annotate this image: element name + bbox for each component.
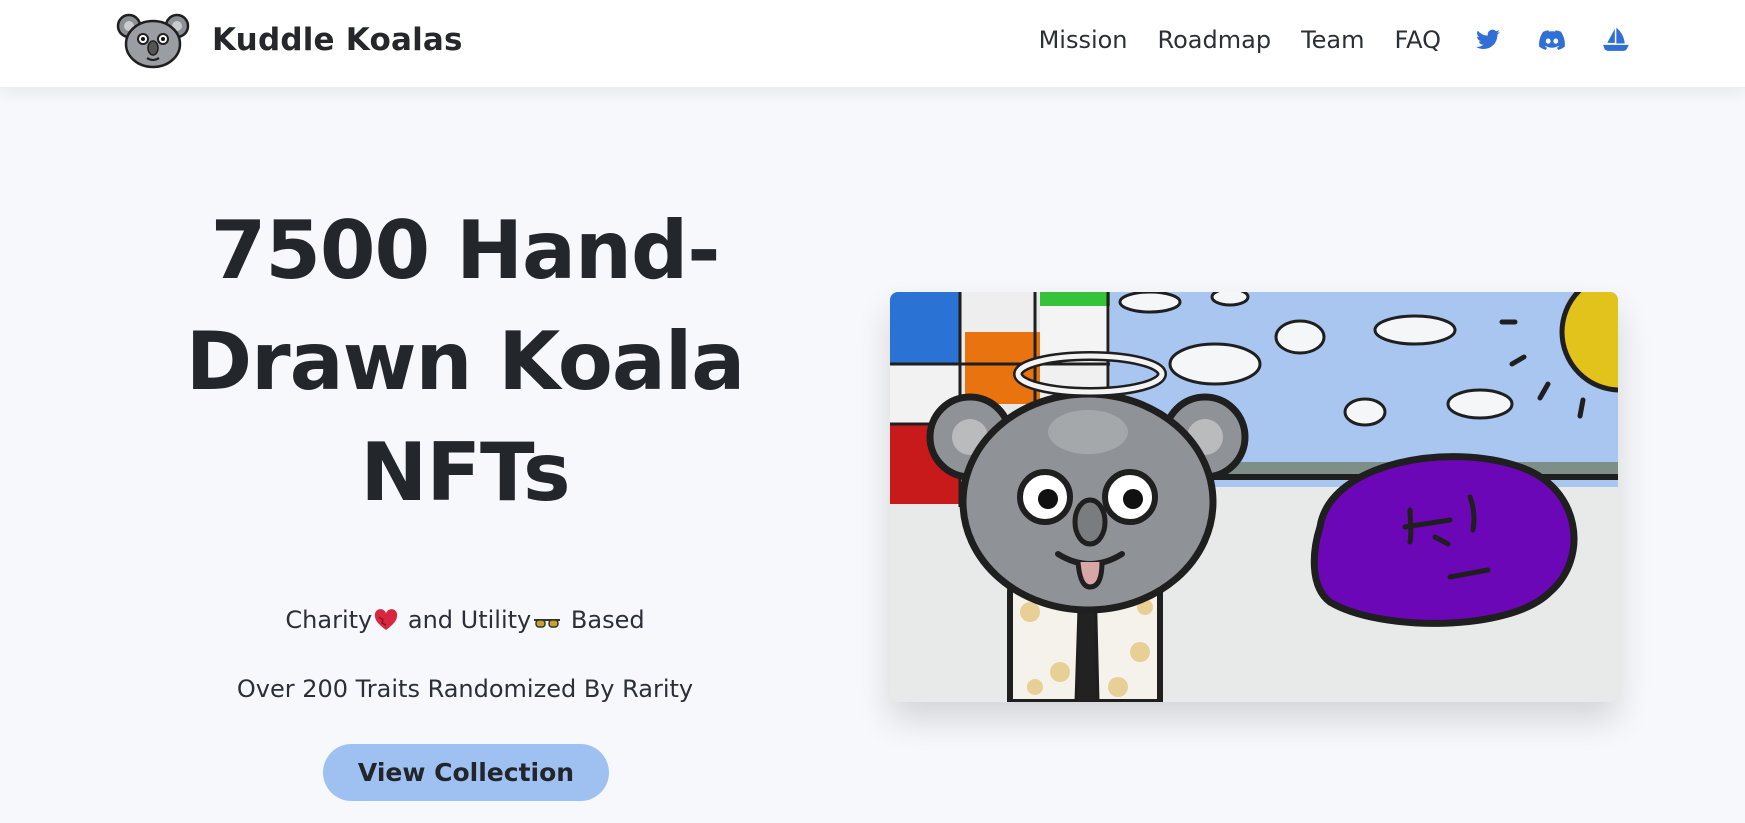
brand-name: Kuddle Koalas <box>212 22 463 58</box>
hero-tagline: Charity and Utility Based <box>130 606 800 637</box>
nav-link-mission[interactable]: Mission <box>1039 26 1128 54</box>
nav-link-roadmap[interactable]: Roadmap <box>1158 26 1272 54</box>
hero-title: 7500 Hand- Drawn Koala NFTs <box>130 195 800 528</box>
tagline-charity: Charity <box>285 606 373 634</box>
opensea-icon[interactable] <box>1599 23 1633 57</box>
tagline-utility: and Utility <box>400 606 532 634</box>
hero-traits-text: Over 200 Traits Randomized By Rarity <box>236 675 694 703</box>
sunglasses-icon <box>533 609 561 637</box>
brand[interactable]: Kuddle Koalas <box>116 10 463 70</box>
hero-title-line: 7500 Hand- <box>210 204 721 297</box>
nav-links: Mission Roadmap Team FAQ <box>1039 0 1633 80</box>
heart-icon <box>374 609 398 637</box>
navbar: Kuddle Koalas Mission Roadmap Team FAQ <box>0 0 1745 88</box>
koala-nft-illustration <box>890 292 1618 702</box>
discord-icon[interactable] <box>1535 23 1569 57</box>
tagline-based: Based <box>563 606 645 634</box>
hero-text: 7500 Hand- Drawn Koala NFTs Charity and … <box>130 195 800 703</box>
view-collection-button[interactable]: View Collection <box>323 744 609 801</box>
twitter-icon[interactable] <box>1471 23 1505 57</box>
hero-title-line: Drawn Koala <box>185 315 746 408</box>
hero-title-line: NFTs <box>360 426 570 519</box>
nav-link-team[interactable]: Team <box>1301 26 1364 54</box>
nav-link-faq[interactable]: FAQ <box>1395 26 1442 54</box>
koala-logo-icon <box>116 10 190 70</box>
